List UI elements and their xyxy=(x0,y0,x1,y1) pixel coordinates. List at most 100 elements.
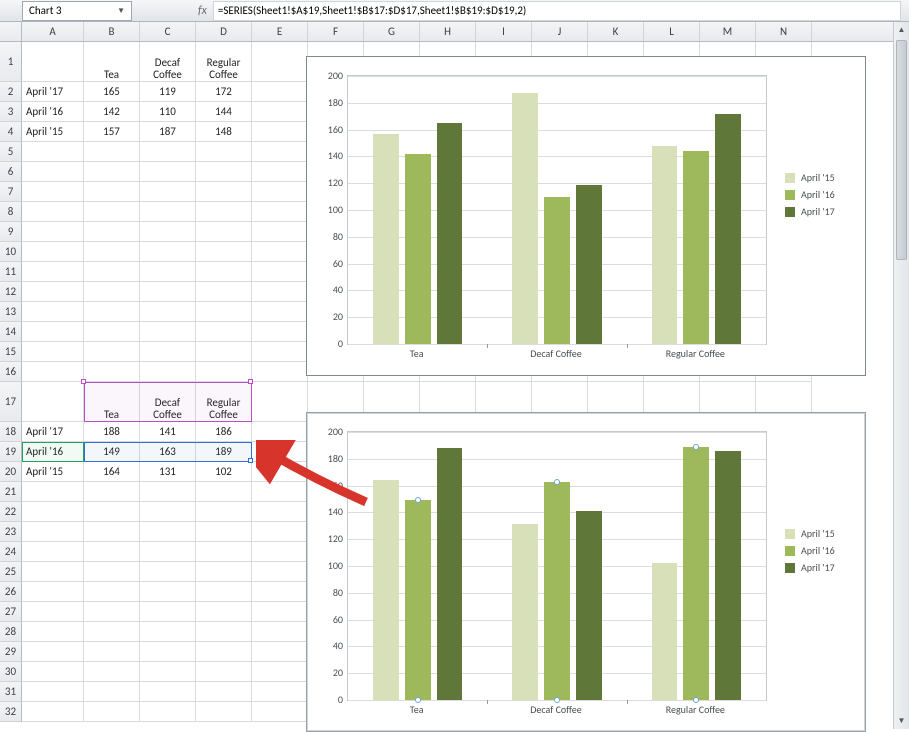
column-header[interactable]: I xyxy=(476,22,532,41)
cell[interactable] xyxy=(196,142,252,162)
cell[interactable] xyxy=(140,622,196,642)
cell[interactable] xyxy=(22,642,84,662)
row-header[interactable]: 7 xyxy=(0,182,22,202)
cell[interactable] xyxy=(140,502,196,522)
cell[interactable] xyxy=(140,602,196,622)
cell[interactable] xyxy=(196,502,252,522)
cell[interactable]: April '16 xyxy=(22,442,84,462)
cell[interactable] xyxy=(84,662,140,682)
cell[interactable] xyxy=(22,182,84,202)
row-header[interactable]: 12 xyxy=(0,282,22,302)
cell[interactable] xyxy=(22,542,84,562)
cell[interactable] xyxy=(84,242,140,262)
cell[interactable]: 186 xyxy=(196,422,252,442)
column-header[interactable]: F xyxy=(308,22,364,41)
cell[interactable] xyxy=(84,322,140,342)
cell[interactable]: April '15 xyxy=(22,462,84,482)
cell[interactable] xyxy=(140,482,196,502)
cell[interactable] xyxy=(252,562,308,582)
cell[interactable] xyxy=(252,602,308,622)
column-header[interactable]: E xyxy=(252,22,308,41)
cell[interactable] xyxy=(196,242,252,262)
cell[interactable] xyxy=(196,662,252,682)
cell[interactable] xyxy=(22,682,84,702)
row-header[interactable]: 17 xyxy=(0,382,22,422)
chart-bar[interactable] xyxy=(576,511,602,700)
cell[interactable] xyxy=(252,362,308,382)
chart-bar[interactable] xyxy=(373,134,399,344)
cell[interactable] xyxy=(84,302,140,322)
cell[interactable] xyxy=(84,222,140,242)
row-header[interactable]: 30 xyxy=(0,662,22,682)
cell[interactable] xyxy=(252,182,308,202)
row-header[interactable]: 3 xyxy=(0,102,22,122)
chart-bar[interactable] xyxy=(544,197,570,344)
cell[interactable] xyxy=(22,342,84,362)
cell[interactable]: 165 xyxy=(84,82,140,102)
cell[interactable] xyxy=(196,362,252,382)
row-header[interactable]: 10 xyxy=(0,242,22,262)
cell[interactable] xyxy=(252,382,308,422)
cell[interactable] xyxy=(196,622,252,642)
cell[interactable] xyxy=(22,602,84,622)
cell[interactable] xyxy=(196,182,252,202)
cell[interactable] xyxy=(140,642,196,662)
cell[interactable] xyxy=(84,582,140,602)
cell[interactable] xyxy=(140,342,196,362)
chart-bar[interactable] xyxy=(715,451,741,700)
cell[interactable] xyxy=(196,582,252,602)
row-header[interactable]: 5 xyxy=(0,142,22,162)
cell[interactable] xyxy=(22,362,84,382)
cell[interactable] xyxy=(22,562,84,582)
cell[interactable] xyxy=(22,262,84,282)
cell[interactable] xyxy=(84,162,140,182)
cell[interactable]: 102 xyxy=(196,462,252,482)
column-header[interactable]: A xyxy=(22,22,84,41)
cell[interactable] xyxy=(22,302,84,322)
cell[interactable] xyxy=(140,142,196,162)
row-header[interactable]: 9 xyxy=(0,222,22,242)
cell[interactable]: 163 xyxy=(140,442,196,462)
row-header[interactable]: 13 xyxy=(0,302,22,322)
row-header[interactable]: 23 xyxy=(0,522,22,542)
cell[interactable] xyxy=(22,202,84,222)
cell[interactable] xyxy=(252,442,308,462)
cell[interactable]: 148 xyxy=(196,122,252,142)
cell[interactable]: 144 xyxy=(196,102,252,122)
cell[interactable]: 157 xyxy=(84,122,140,142)
cell[interactable] xyxy=(196,162,252,182)
cell[interactable] xyxy=(140,662,196,682)
chart-bar[interactable] xyxy=(683,151,709,344)
row-header[interactable]: 20 xyxy=(0,462,22,482)
column-header[interactable]: C xyxy=(140,22,196,41)
chart-bar[interactable] xyxy=(715,114,741,344)
cell[interactable] xyxy=(84,182,140,202)
chart-bar[interactable] xyxy=(652,563,678,700)
vertical-scrollbar[interactable]: ▲ ▼ xyxy=(893,22,909,729)
cell[interactable] xyxy=(252,202,308,222)
cell[interactable] xyxy=(140,682,196,702)
cell[interactable] xyxy=(140,262,196,282)
cell[interactable] xyxy=(140,162,196,182)
cell[interactable] xyxy=(84,522,140,542)
cell[interactable] xyxy=(22,502,84,522)
row-header[interactable]: 18 xyxy=(0,422,22,442)
cell[interactable] xyxy=(140,702,196,722)
cell[interactable] xyxy=(196,282,252,302)
formula-bar[interactable]: =SERIES(Sheet1!$A$19,Sheet1!$B$17:$D$17,… xyxy=(213,1,901,21)
column-header[interactable]: N xyxy=(756,22,812,41)
cell[interactable]: April '17 xyxy=(22,82,84,102)
cell[interactable] xyxy=(252,242,308,262)
cell[interactable] xyxy=(252,422,308,442)
selection-handle[interactable] xyxy=(248,379,253,384)
row-header[interactable]: 31 xyxy=(0,682,22,702)
cell[interactable] xyxy=(252,542,308,562)
cell[interactable] xyxy=(84,262,140,282)
legend-item[interactable]: April '15 xyxy=(785,527,835,540)
cell[interactable] xyxy=(196,542,252,562)
cell[interactable] xyxy=(252,82,308,102)
select-all-corner[interactable] xyxy=(0,22,22,41)
chart-bar[interactable] xyxy=(512,93,538,344)
cell[interactable] xyxy=(84,202,140,222)
legend-item[interactable]: April '16 xyxy=(785,188,835,201)
